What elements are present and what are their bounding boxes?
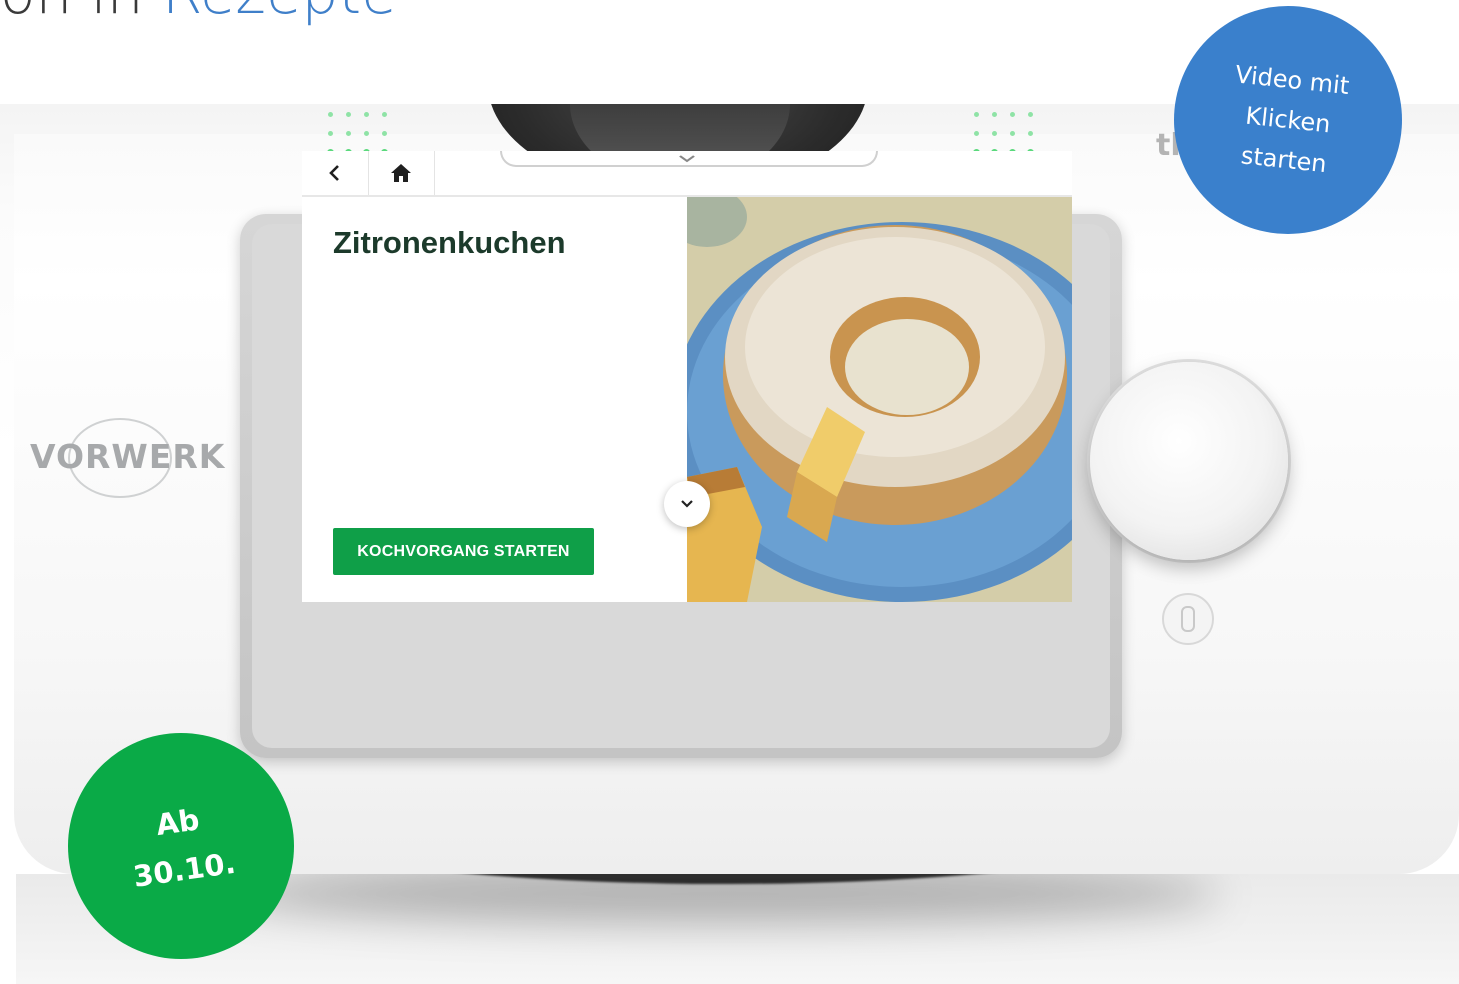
expand-button[interactable]	[664, 481, 710, 527]
start-cooking-button[interactable]: KOCHVORGANG STARTEN	[333, 528, 594, 575]
vorwerk-logo: VORWERK	[30, 437, 226, 476]
play-video-label: Video mit Klicken starten	[1233, 60, 1351, 179]
play-video-badge[interactable]: Video mit Klicken starten	[1174, 6, 1402, 234]
page-heading-prefix: on in	[0, 0, 144, 27]
recipe-info-pane: Zitronenkuchen KOCHVORGANG STARTEN	[302, 197, 687, 602]
screen-topbar	[302, 151, 1072, 197]
recipe-title: Zitronenkuchen	[333, 225, 566, 260]
back-button[interactable]	[302, 151, 369, 195]
chevron-down-icon	[679, 155, 695, 163]
date-badge: Ab 30.10.	[68, 733, 294, 959]
chevron-down-icon	[681, 500, 693, 508]
page-heading: on in Rezepte	[0, 0, 397, 28]
date-badge-label: Ab 30.10.	[131, 802, 238, 894]
selector-dial[interactable]	[1090, 362, 1288, 560]
recipe-photo	[687, 197, 1072, 602]
home-button[interactable]	[368, 151, 435, 195]
cake-image	[687, 197, 1072, 602]
power-button[interactable]	[1162, 593, 1214, 645]
chevron-left-icon	[329, 165, 339, 181]
power-icon	[1181, 606, 1195, 632]
device-touchscreen: Zitronenkuchen KOCHVORGANG STARTEN	[302, 151, 1072, 602]
home-icon	[391, 164, 411, 182]
page-heading-accent: Rezepte	[162, 0, 397, 27]
